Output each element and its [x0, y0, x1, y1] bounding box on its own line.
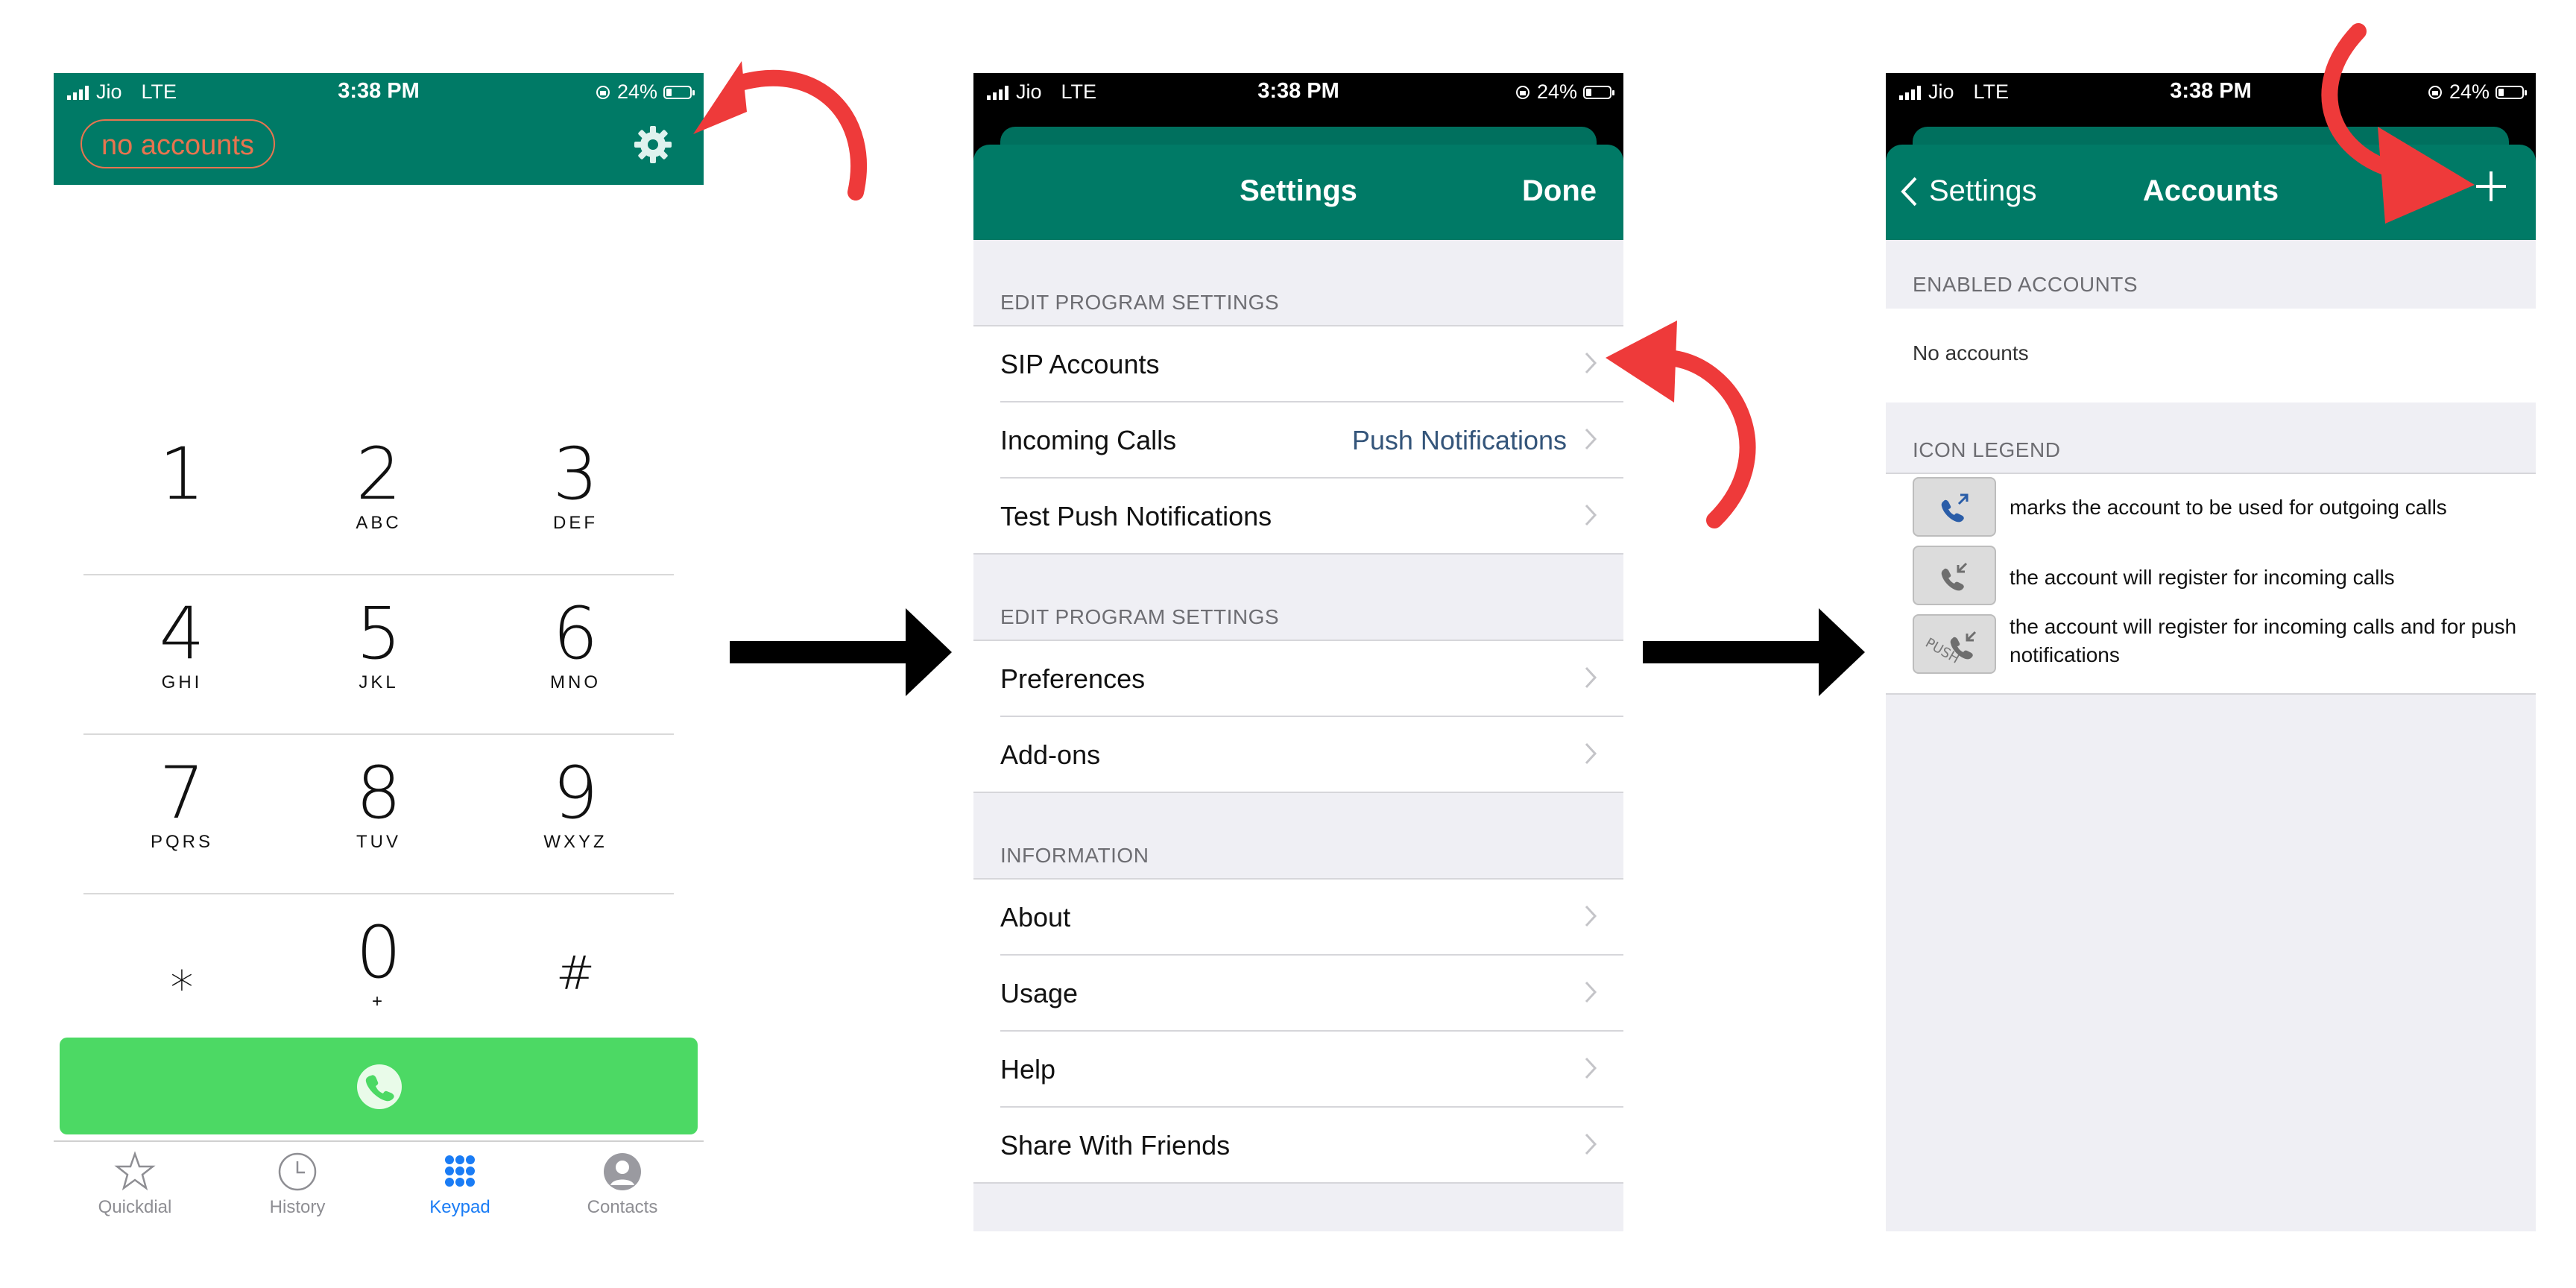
section-header: ENABLED ACCOUNTS — [1913, 273, 2138, 296]
tab-history[interactable]: History — [216, 1149, 379, 1218]
icon-legend-list: marks the account to be used for outgoin… — [1886, 473, 2536, 695]
legend-row: marks the account to be used for outgoin… — [1886, 477, 2536, 547]
status-bar: Jio LTE 3:38 PM 24% — [973, 73, 1623, 112]
key-5[interactable]: 5 JKL — [280, 575, 477, 733]
chevron-right-icon — [1585, 1133, 1597, 1155]
red-curved-arrow-to-gear — [693, 61, 867, 201]
settings-row-help[interactable]: Help — [1000, 1032, 1623, 1108]
clock-icon — [278, 1152, 317, 1191]
battery-icon — [2496, 85, 2527, 99]
empty-accounts-text: No accounts — [1913, 341, 2029, 364]
settings-navbar: Settings Done — [973, 145, 1623, 240]
settings-row-addons[interactable]: Add-ons — [1000, 717, 1623, 792]
keypad: 1 2 ABC 3 DEF 4 GHI 5 JKL 6 MNO 7 PQRS 8 TUV 9W… — [83, 416, 674, 1052]
key-3[interactable]: 3 DEF — [477, 416, 674, 574]
accounts-screen: Jio LTE 3:38 PM 24% Settings Accounts EN… — [1886, 73, 2536, 1231]
black-arrow-right-2 — [1643, 608, 1865, 696]
legend-row: PUSH the account will register for incom… — [1886, 614, 2536, 684]
key-7[interactable]: 7 PQRS — [83, 735, 280, 893]
push-incoming-call-icon: PUSH — [1913, 614, 1996, 674]
key-star[interactable]: ⁎ — [83, 894, 280, 1052]
key-0[interactable]: 0 + — [280, 894, 477, 1052]
settings-row-share[interactable]: Share With Friends — [1000, 1108, 1623, 1182]
incoming-calls-value: Push Notifications — [1351, 425, 1567, 455]
dialer-screen: Jio LTE 3:38 PM 24% no accounts 1 2 ABC … — [54, 73, 704, 1236]
settings-row-incoming-calls[interactable]: Incoming Calls Push Notifications — [1000, 402, 1623, 479]
rotation-lock-icon — [596, 85, 610, 99]
section-header: ICON LEGEND — [1913, 438, 2061, 461]
chevron-right-icon — [1585, 1057, 1597, 1079]
rotation-lock-icon — [1515, 85, 1530, 99]
tab-quickdial[interactable]: Quickdial — [54, 1149, 216, 1218]
key-9[interactable]: 9 WXYZ — [477, 735, 674, 893]
phone-icon — [357, 1064, 402, 1109]
tab-bar: Quickdial History Keypad Contacts — [54, 1140, 704, 1237]
key-2[interactable]: 2 ABC — [280, 416, 477, 574]
settings-row-sip-accounts[interactable]: SIP Accounts — [1000, 326, 1623, 402]
section-header: EDIT PROGRAM SETTINGS — [1000, 605, 1280, 628]
chevron-right-icon — [1585, 742, 1597, 765]
key-4[interactable]: 4 GHI — [83, 575, 280, 733]
key-8[interactable]: 8 TUV — [280, 735, 477, 893]
key-6[interactable]: 6 MNO — [477, 575, 674, 733]
section-header: INFORMATION — [1000, 844, 1149, 867]
status-bar: Jio LTE 3:38 PM 24% — [54, 73, 704, 112]
outgoing-call-icon — [1913, 477, 1996, 537]
settings-screen: Jio LTE 3:38 PM 24% Settings Done EDIT P… — [973, 73, 1623, 1231]
contact-icon — [604, 1153, 641, 1190]
battery-percent: 24% — [616, 80, 657, 103]
dialer-header: Jio LTE 3:38 PM 24% no accounts — [54, 73, 704, 185]
settings-group-2: Preferences Add-ons — [973, 640, 1623, 793]
settings-row-about[interactable]: About — [1000, 880, 1623, 956]
legend-row: the account will register for incoming c… — [1886, 544, 2536, 614]
legend-text: the account will register for incoming c… — [2010, 566, 2395, 589]
enabled-accounts-list: No accounts — [1886, 309, 2536, 402]
legend-text: the account will register for incoming c… — [2010, 615, 2517, 666]
chevron-right-icon — [1585, 666, 1597, 689]
tab-keypad[interactable]: Keypad — [379, 1149, 541, 1218]
settings-group-3: About Usage Help Share With Friends — [973, 878, 1623, 1184]
settings-group-1: SIP Accounts Incoming Calls Push Notific… — [973, 325, 1623, 555]
battery-percent: 24% — [1536, 80, 1577, 103]
legend-text: marks the account to be used for outgoin… — [2010, 496, 2447, 519]
tab-contacts[interactable]: Contacts — [541, 1149, 704, 1218]
account-status-badge[interactable]: no accounts — [80, 119, 275, 168]
done-button[interactable]: Done — [1522, 174, 1597, 208]
chevron-right-icon — [1585, 981, 1597, 1003]
red-curved-arrow-to-add-button — [2321, 23, 2475, 224]
settings-row-usage[interactable]: Usage — [1000, 956, 1623, 1032]
settings-row-preferences[interactable]: Preferences — [1000, 641, 1623, 717]
chevron-right-icon — [1585, 905, 1597, 927]
black-arrow-right-1 — [730, 608, 952, 696]
key-1[interactable]: 1 — [83, 416, 280, 574]
call-button[interactable] — [60, 1038, 698, 1134]
red-curved-arrow-to-sip-accounts — [1606, 321, 1756, 528]
battery-icon — [1583, 85, 1614, 99]
incoming-call-icon — [1913, 546, 1996, 605]
settings-row-test-push[interactable]: Test Push Notifications — [1000, 479, 1623, 553]
section-header: EDIT PROGRAM SETTINGS — [1000, 291, 1280, 314]
star-icon — [114, 1151, 156, 1191]
key-hash[interactable]: # — [477, 894, 674, 1052]
keypad-icon — [445, 1155, 475, 1187]
